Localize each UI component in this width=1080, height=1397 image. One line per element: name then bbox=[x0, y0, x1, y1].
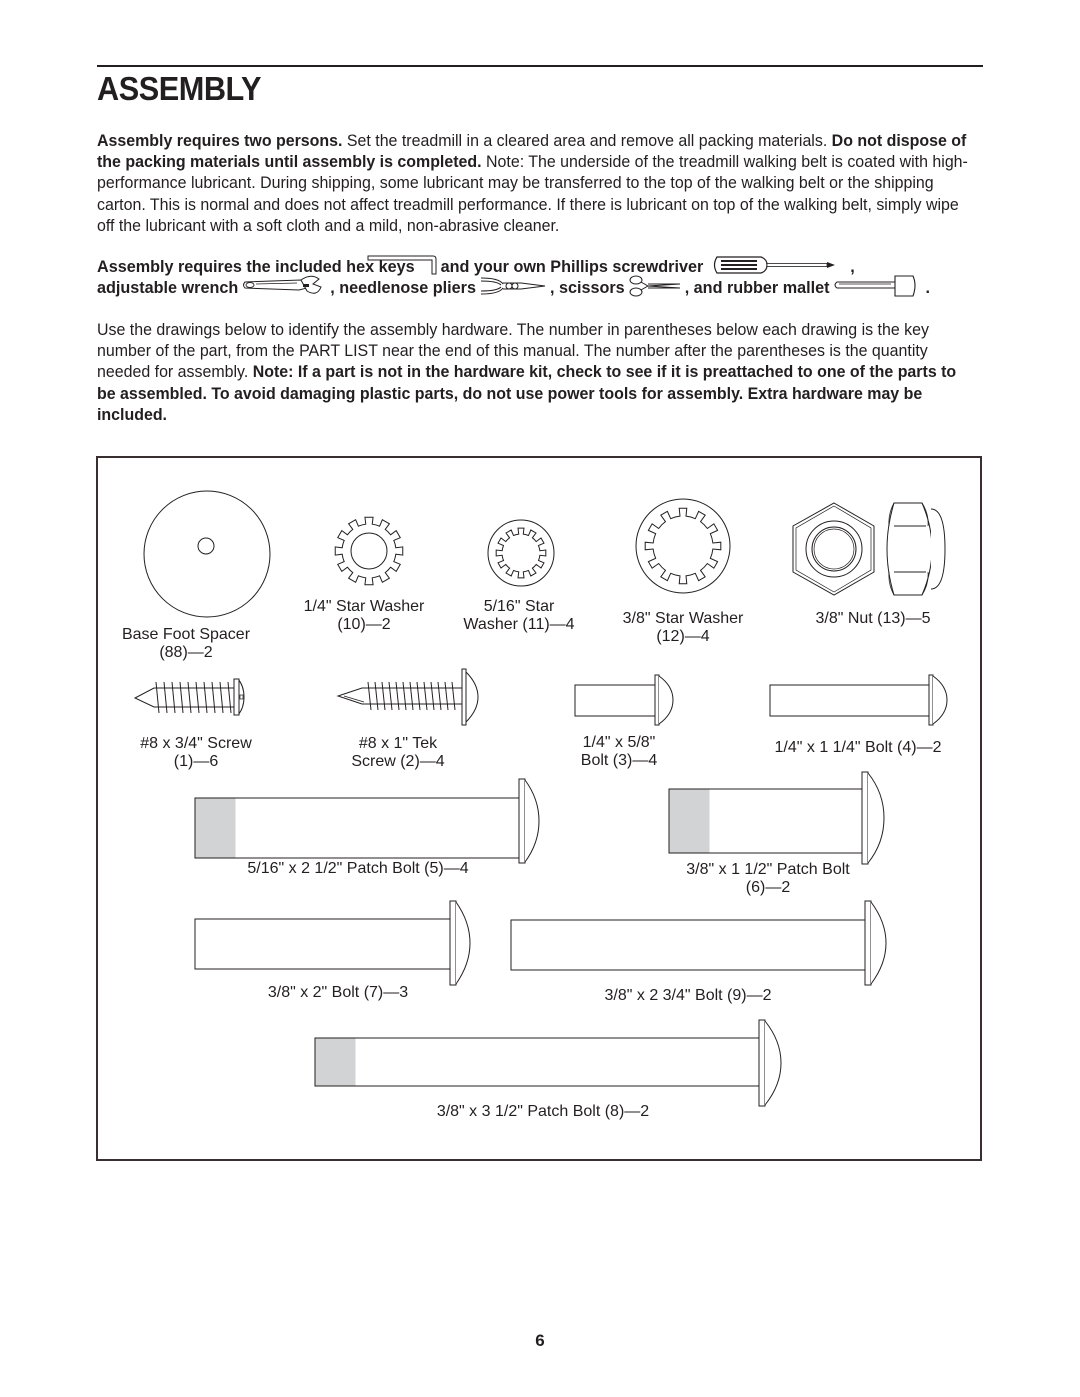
thread-line bbox=[367, 681, 372, 711]
part-name: 3/8" x 2" Bolt (7)—3 bbox=[267, 984, 409, 1001]
part-label: 5/16" x 2 1/2" Patch Bolt (5)—4 bbox=[218, 860, 498, 878]
adjustable-wrench-icon bbox=[241, 275, 327, 302]
part-key-qty: (1)—6 bbox=[173, 753, 219, 770]
thread-line bbox=[388, 681, 393, 711]
part-label: 1/4" x 1 1/4" Bolt (4)—2 bbox=[758, 739, 958, 757]
part-name: 1/4" x 1 1/4" Bolt (4)—2 bbox=[774, 739, 942, 756]
thread-line bbox=[163, 681, 168, 714]
hardware-identification-chart: Base Foot Spacer (88)—2 1/4" Star Washer… bbox=[96, 456, 982, 1161]
part-key-qty: (88)—2 bbox=[159, 644, 213, 661]
tools-mallet-text: , and rubber mallet bbox=[684, 278, 830, 297]
part-name: 5/16" x 2 1/2" Patch Bolt (5)—4 bbox=[247, 860, 469, 877]
part-label: 3/8" Star Washer (12)—4 bbox=[608, 610, 758, 646]
short-bolt-drawing bbox=[574, 674, 674, 726]
part-label: 1/4" x 5/8" Bolt (3)—4 bbox=[564, 734, 674, 770]
thread-line bbox=[195, 681, 200, 714]
part-label: 3/8" x 3 1/2" Patch Bolt (8)—2 bbox=[418, 1103, 668, 1121]
thread-line bbox=[227, 681, 232, 714]
rubber-mallet-icon bbox=[833, 274, 919, 303]
thread-line bbox=[179, 681, 184, 714]
thread-line bbox=[374, 681, 379, 711]
thread-line bbox=[444, 681, 449, 711]
part-name: 3/8" Nut (13)—5 bbox=[815, 610, 931, 627]
thread-line bbox=[203, 681, 208, 714]
part-name: 1/4" Star Washer bbox=[303, 598, 425, 615]
instructions-paragraph: Use the drawings below to identify the a… bbox=[97, 320, 974, 426]
part-key-qty: Bolt (3)—4 bbox=[580, 752, 658, 769]
part-key-qty: (10)—2 bbox=[337, 616, 391, 633]
part-name: #8 x 1" Tek bbox=[358, 735, 438, 752]
thread-line bbox=[416, 681, 421, 711]
part-label: 3/8" x 1 1/2" Patch Bolt (6)—2 bbox=[658, 861, 878, 897]
washer-outer bbox=[487, 519, 555, 587]
five-sixteenth-star-washer-drawing bbox=[487, 519, 555, 587]
scissors-icon bbox=[628, 275, 682, 302]
page-number: 6 bbox=[535, 1331, 545, 1350]
patch-bolt-drawing bbox=[314, 1019, 782, 1107]
part-key-qty: (6)—2 bbox=[745, 879, 791, 896]
intro-paragraph: Assembly requires two persons. Set the t… bbox=[97, 131, 974, 237]
thread-line bbox=[395, 681, 400, 711]
quarter-inch-star-washer-drawing bbox=[334, 516, 404, 586]
thread-line bbox=[219, 681, 224, 714]
patch-bolt-drawing bbox=[668, 771, 885, 865]
part-key-qty: Washer (11)—4 bbox=[463, 616, 575, 633]
part-name: 1/4" x 5/8" bbox=[582, 734, 656, 751]
bolt-drawing bbox=[510, 900, 887, 986]
part-label: 3/8" Nut (13)—5 bbox=[798, 610, 948, 628]
washer-hole bbox=[350, 532, 388, 570]
part-name: Base Foot Spacer bbox=[121, 626, 251, 643]
base-foot-spacer-drawing bbox=[143, 490, 271, 618]
part-label: 3/8" x 2" Bolt (7)—3 bbox=[248, 984, 428, 1002]
thread-line bbox=[171, 681, 176, 714]
thread-line bbox=[451, 681, 456, 711]
part-key-qty: Screw (2)—4 bbox=[351, 753, 445, 770]
bolt-drawing bbox=[194, 900, 471, 986]
title-rule bbox=[97, 65, 983, 67]
thread-line bbox=[211, 681, 216, 714]
three-eighth-star-washer-drawing bbox=[635, 498, 731, 594]
part-name: #8 x 3/4" Screw bbox=[140, 735, 252, 752]
part-name: 3/8" Star Washer bbox=[622, 610, 744, 627]
part-label: 5/16" Star Washer (11)—4 bbox=[454, 598, 584, 634]
part-name: 5/16" Star bbox=[483, 598, 555, 615]
thread-line bbox=[187, 681, 192, 714]
part-label: 1/4" Star Washer (10)—2 bbox=[294, 598, 434, 634]
thread-line bbox=[381, 681, 386, 711]
part-label: #8 x 3/4" Screw (1)—6 bbox=[126, 735, 266, 771]
thread-line bbox=[409, 681, 414, 711]
tek-screw-drawing bbox=[336, 668, 479, 726]
tools-scissors-text: , scissors bbox=[549, 278, 625, 297]
washer-outer bbox=[635, 498, 731, 594]
part-key-qty: (12)—4 bbox=[656, 628, 710, 645]
tools-period: . bbox=[925, 278, 931, 297]
intro-text-1: Set the treadmill in a cleared area and … bbox=[342, 132, 832, 150]
bolt-drawing bbox=[769, 674, 948, 726]
tools-pliers-text: , needlenose pliers bbox=[330, 278, 476, 297]
phillips-screwdriver-icon bbox=[711, 255, 837, 280]
intro-bold-1: Assembly requires two persons. bbox=[97, 132, 343, 150]
part-label: 3/8" x 2 3/4" Bolt (9)—2 bbox=[588, 987, 788, 1005]
thread-line bbox=[437, 681, 442, 711]
page-title: ASSEMBLY bbox=[97, 70, 261, 107]
washer-teeth bbox=[334, 516, 404, 586]
patch-bolt-drawing bbox=[194, 778, 540, 864]
washer-teeth bbox=[495, 527, 547, 579]
thread-line bbox=[402, 681, 407, 711]
thread-line bbox=[430, 681, 435, 711]
tools-wrench-text: adjustable wrench bbox=[97, 278, 239, 297]
screw-drawing bbox=[133, 678, 245, 716]
part-name: 3/8" x 2 3/4" Bolt (9)—2 bbox=[604, 987, 772, 1004]
part-name: 3/8" x 3 1/2" Patch Bolt (8)—2 bbox=[436, 1103, 650, 1120]
thread-line bbox=[155, 681, 160, 714]
part-label: Base Foot Spacer (88)—2 bbox=[116, 626, 256, 662]
part-label: #8 x 1" Tek Screw (2)—4 bbox=[338, 735, 458, 771]
washer-teeth bbox=[644, 507, 722, 585]
nut-drawing bbox=[792, 502, 946, 596]
part-name: 3/8" x 1 1/2" Patch Bolt bbox=[686, 861, 850, 878]
thread-line bbox=[423, 681, 428, 711]
needlenose-pliers-icon bbox=[479, 275, 547, 302]
